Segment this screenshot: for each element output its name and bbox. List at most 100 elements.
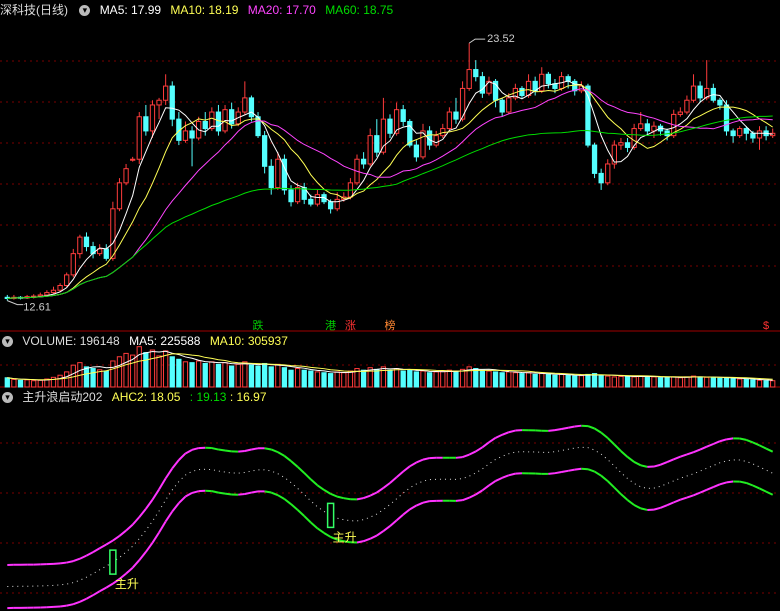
- upper-band-line: [475, 446, 483, 453]
- upper-band-line: [633, 461, 642, 467]
- volume-bar: [763, 380, 769, 388]
- dropdown-icon[interactable]: ▾: [2, 336, 13, 348]
- lower-band-line: [376, 530, 384, 537]
- volume-bar: [275, 363, 281, 388]
- lower-band-line: [607, 480, 616, 489]
- candle-body: [275, 158, 281, 189]
- lower-band-line: [587, 468, 595, 473]
- upper-band-line: [59, 561, 67, 565]
- event-tag: 港: [325, 319, 336, 332]
- candle-body: [631, 128, 637, 148]
- lower-band-line: [356, 540, 364, 544]
- volume-bar: [281, 367, 288, 388]
- lower-band-line: [296, 509, 305, 517]
- upper-band-line: [481, 441, 490, 449]
- candle-body: [327, 201, 334, 210]
- upper-band-line: [270, 448, 279, 454]
- lower-band-line: [600, 474, 609, 482]
- upper-band-line: [145, 499, 154, 510]
- lower-band-line: [626, 499, 635, 506]
- volume-bar: [149, 349, 156, 388]
- lower-band-line: [238, 493, 245, 496]
- dropdown-icon[interactable]: ▾: [2, 392, 13, 404]
- candle-body: [690, 85, 697, 101]
- volume-bar: [453, 371, 459, 388]
- candle-body: [130, 158, 136, 161]
- lower-band-line: [290, 503, 299, 511]
- lower-band-line: [363, 537, 371, 543]
- lower-band-line: [264, 490, 272, 494]
- upper-band-line: [277, 451, 285, 457]
- upper-band-line: [290, 460, 299, 468]
- volume-bar: [4, 377, 10, 388]
- upper-band-line: [699, 445, 708, 451]
- candle-body: [525, 80, 532, 97]
- lower-band-line: [574, 467, 582, 471]
- volume-bar: [677, 377, 683, 388]
- volume-bar: [545, 373, 552, 388]
- upper-band-line: [66, 560, 74, 564]
- candle-body: [268, 165, 274, 189]
- lower-band-line: [138, 551, 147, 561]
- volume-bar: [618, 376, 624, 388]
- lower-band-line: [369, 534, 378, 540]
- candle-body: [294, 187, 301, 203]
- upper-band-line: [303, 472, 312, 481]
- upper-band-line: [330, 492, 338, 498]
- candle-body: [367, 135, 373, 165]
- lower-band-line: [191, 490, 199, 494]
- upper-band-line: [508, 429, 516, 434]
- upper-band-line: [680, 453, 688, 458]
- upper-band-line: [468, 450, 477, 456]
- candle-body: [83, 236, 90, 248]
- lower-band-line: [706, 486, 714, 491]
- upper-band-line: [422, 457, 430, 461]
- candle-body: [308, 198, 314, 205]
- lower-band-line: [712, 483, 721, 488]
- price-panel: 23.52 12.61 跌 港涨 榜 $: [4, 33, 776, 332]
- lower-band-line: [224, 492, 232, 496]
- candle-body: [598, 172, 604, 184]
- upper-band-line: [164, 467, 174, 479]
- lower-band-line: [594, 470, 602, 477]
- lower-band-line: [719, 481, 727, 486]
- upper-band-line: [719, 438, 727, 443]
- event-tag: 涨: [345, 319, 356, 332]
- lower-band-line: [613, 486, 622, 495]
- lower-band-line: [640, 507, 648, 511]
- volume-bar: [723, 377, 730, 388]
- candle-body: [70, 253, 76, 276]
- candle-body: [756, 130, 763, 139]
- upper-band-line: [640, 464, 648, 468]
- price-ma60-label: MA60: 18.75: [325, 3, 394, 17]
- lower-band-line: [389, 519, 398, 527]
- volume-bar: [558, 373, 565, 388]
- upper-band-line: [653, 463, 661, 468]
- upper-band-line: [686, 451, 694, 456]
- upper-band-line: [567, 425, 575, 429]
- upper-band-line: [739, 437, 747, 441]
- upper-band-line: [548, 429, 556, 432]
- upper-band-line: [455, 456, 463, 459]
- candle-body: [360, 158, 367, 165]
- upper-band-line: [191, 447, 199, 451]
- candle-body: [123, 168, 129, 184]
- lower-band-line: [468, 493, 477, 499]
- volume-bar: [407, 369, 413, 388]
- volume-bar: [103, 370, 109, 388]
- volume-bar: [473, 368, 479, 388]
- upper-band-line: [138, 508, 147, 518]
- lower-band-line: [495, 476, 503, 482]
- volume-bar: [697, 376, 703, 388]
- upper-band-line: [501, 431, 510, 436]
- lower-band-line: [66, 603, 74, 607]
- upper-band-line: [488, 437, 497, 444]
- candle-body: [723, 104, 730, 132]
- dropdown-icon[interactable]: ▾: [79, 5, 91, 17]
- upper-band-line: [92, 547, 101, 553]
- lower-band-line: [554, 471, 562, 475]
- upper-band-line: [86, 551, 94, 557]
- candle-body: [77, 236, 83, 255]
- volume-bar: [176, 358, 182, 388]
- volume-bar: [611, 376, 617, 388]
